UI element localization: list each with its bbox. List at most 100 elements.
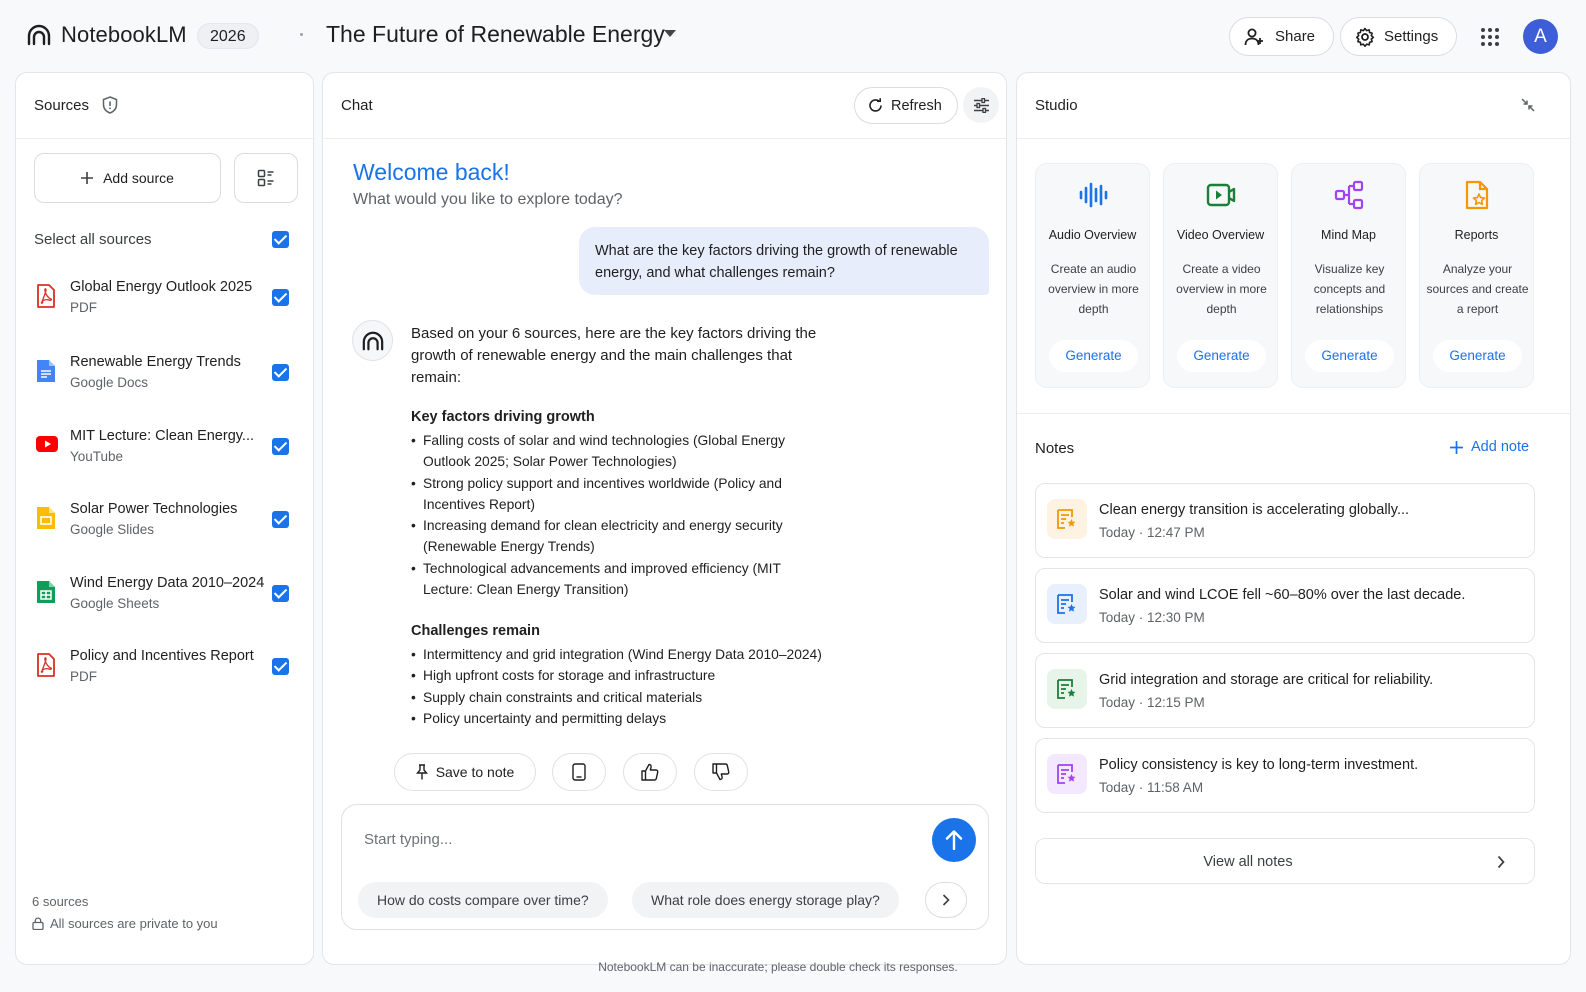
generate-button[interactable]: Generate [1049, 340, 1138, 372]
generate-button[interactable]: Generate [1433, 340, 1522, 372]
generate-button[interactable]: Generate [1177, 340, 1266, 372]
note-card[interactable]: Solar and wind LCOE fell ~60–80% over th… [1035, 568, 1535, 643]
tile-title: Mind Map [1321, 228, 1376, 242]
tile-title: Audio Overview [1048, 228, 1137, 242]
welcome-title: Welcome back! [353, 159, 510, 185]
source-name: Solar Power Technologies [70, 501, 238, 517]
source-item[interactable]: Solar Power Technologies Google Slides [16, 497, 313, 553]
thumbs-up-button[interactable] [623, 753, 677, 791]
view-all-notes-label: View all notes [1203, 854, 1293, 870]
list-item: Increasing demand for clean electricity … [411, 515, 831, 558]
audio-overview-tile[interactable]: Audio Overview Create an audio overview … [1035, 163, 1150, 388]
note-card[interactable]: Policy consistency is key to long-term i… [1035, 738, 1535, 813]
gear-icon [1355, 27, 1375, 47]
source-item[interactable]: Policy and Incentives Report PDF [16, 644, 313, 700]
save-to-note-button[interactable]: Save to note [394, 753, 536, 791]
source-item[interactable]: Renewable Energy Trends Google Docs [16, 350, 313, 406]
video-overview-tile[interactable]: Video Overview Create a video overview i… [1163, 163, 1278, 388]
source-type: Google Sheets [70, 596, 160, 611]
send-button[interactable] [932, 818, 976, 862]
note-card[interactable]: Clean energy transition is accelerating … [1035, 483, 1535, 558]
note-timestamp: Today · 12:30 PM [1099, 610, 1205, 625]
more-suggestions-button[interactable] [925, 882, 967, 918]
list-item: Technological advancements and improved … [411, 558, 831, 601]
tile-description: Visualize key concepts and relationships [1313, 262, 1386, 316]
reports-tile[interactable]: Reports Analyze your sources and create … [1419, 163, 1534, 388]
source-checkbox[interactable] [272, 658, 289, 675]
thumbs-down-icon [712, 763, 730, 781]
user-avatar[interactable]: A [1523, 19, 1558, 54]
source-item[interactable]: Global Energy Outlook 2025 PDF [16, 275, 313, 331]
plus-icon [81, 172, 94, 184]
source-item[interactable]: Wind Energy Data 2010–2024 Google Sheets [16, 571, 313, 627]
mind-map-tile[interactable]: Mind Map Visualize key concepts and rela… [1291, 163, 1406, 388]
mind-map-icon [1334, 180, 1364, 210]
bot-avatar [352, 320, 393, 361]
settings-button[interactable]: Settings [1340, 17, 1458, 56]
copy-button[interactable] [552, 753, 606, 791]
note-text: Policy consistency is key to long-term i… [1099, 757, 1419, 773]
suggestion-chip[interactable]: What role does energy storage play? [632, 882, 899, 918]
collapse-icon[interactable] [1520, 97, 1536, 113]
note-card[interactable]: Grid integration and storage are critica… [1035, 653, 1535, 728]
pin-icon [415, 764, 428, 780]
chat-header: Chat Refresh [323, 73, 1006, 139]
note-document-icon [1057, 594, 1076, 614]
sources-panel: Sources Add source Select all sources Gl… [15, 72, 314, 965]
chevron-down-icon[interactable] [664, 30, 676, 37]
select-all-label: Select all sources [34, 231, 152, 248]
chat-settings-button[interactable] [963, 87, 999, 123]
refresh-button[interactable]: Refresh [854, 87, 958, 124]
settings-label: Settings [1384, 28, 1439, 45]
shield-icon[interactable] [102, 96, 118, 114]
add-note-button[interactable]: Add note [1450, 439, 1529, 455]
source-name: Global Energy Outlook 2025 [70, 279, 253, 295]
thumbs-down-button[interactable] [694, 753, 748, 791]
select-all-checkbox[interactable] [272, 231, 289, 248]
generate-button[interactable]: Generate [1305, 340, 1394, 372]
tile-description: Analyze your sources and create a report [1426, 262, 1529, 316]
source-name: Renewable Energy Trends [70, 354, 241, 370]
view-all-notes-button[interactable]: View all notes [1035, 838, 1535, 884]
disclaimer: NotebookLM can be inaccurate; please dou… [598, 960, 958, 974]
source-type: Google Docs [70, 375, 149, 390]
note-icon [1047, 584, 1087, 624]
chat-panel: Chat Refresh Welcome back! What would yo… [322, 72, 1007, 965]
source-item[interactable]: MIT Lecture: Clean Energy... YouTube [16, 424, 313, 480]
section-heading: Key factors driving growth [411, 409, 595, 425]
note-icon [1047, 499, 1087, 539]
google-sheets-icon [37, 581, 55, 603]
notebook-title[interactable]: The Future of Renewable Energy [326, 21, 665, 48]
top-bar: NotebookLM 2026 The Future of Renewable … [0, 0, 1586, 72]
notebooklm-logo-icon [27, 24, 51, 46]
source-checkbox[interactable] [272, 511, 289, 528]
welcome-subtitle: What would you like to explore today? [353, 191, 623, 208]
source-checkbox[interactable] [272, 289, 289, 306]
source-checkbox[interactable] [272, 364, 289, 381]
youtube-icon [36, 436, 58, 452]
add-source-button[interactable]: Add source [34, 153, 221, 203]
note-icon [1047, 669, 1087, 709]
note-document-icon [1057, 679, 1076, 699]
studio-title: Studio [1035, 97, 1078, 114]
share-button[interactable]: Share [1229, 17, 1335, 56]
source-type: YouTube [70, 449, 124, 464]
notes-title: Notes [1035, 440, 1075, 457]
discover-sources-button[interactable] [234, 153, 298, 203]
source-checkbox[interactable] [272, 438, 289, 455]
list-item: Strong policy support and incentives wor… [411, 473, 831, 516]
pdf-icon [37, 653, 55, 677]
note-document-icon [1057, 764, 1076, 784]
source-checkbox[interactable] [272, 585, 289, 602]
google-slides-icon [37, 507, 55, 529]
plus-icon [1450, 440, 1463, 454]
chat-input[interactable] [364, 831, 904, 848]
tile-title: Video Overview [1176, 228, 1265, 242]
tile-description: Create a video overview in more depth [1176, 262, 1267, 316]
studio-header: Studio [1017, 73, 1570, 139]
chevron-right-icon [1497, 855, 1505, 869]
list-item: High upfront costs for storage and infra… [411, 665, 831, 687]
apps-grid-icon[interactable] [1480, 27, 1500, 47]
suggestion-chip[interactable]: How do costs compare over time? [358, 882, 608, 918]
list-item: Supply chain constraints and critical ma… [411, 687, 831, 709]
